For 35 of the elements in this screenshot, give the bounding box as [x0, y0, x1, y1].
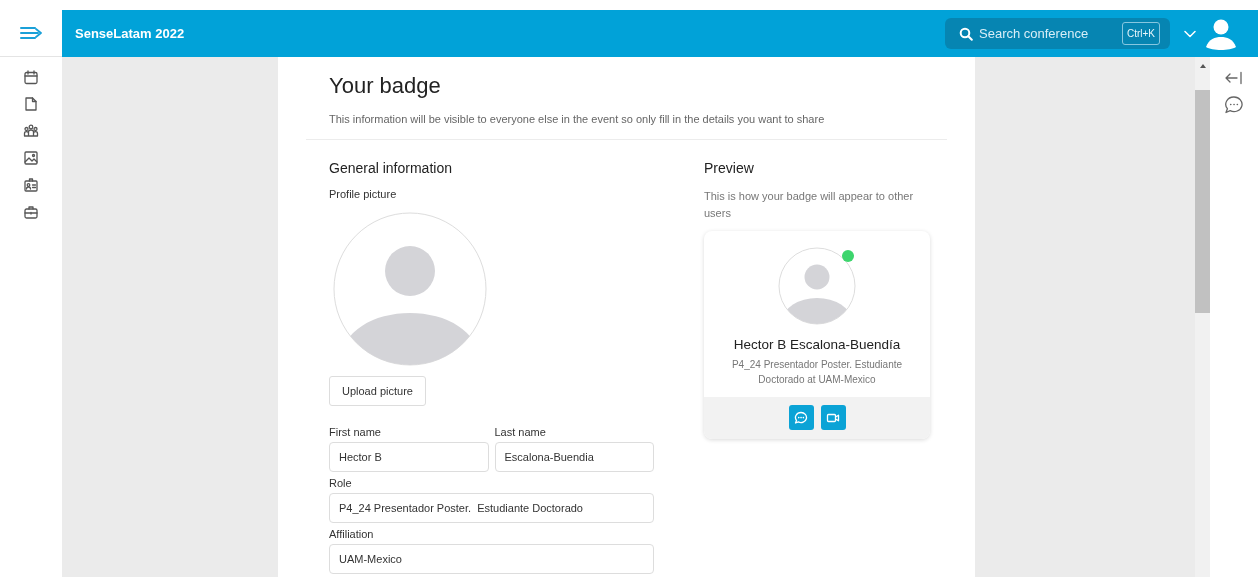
- collapse-icon[interactable]: [1224, 71, 1244, 85]
- page-description: This information will be visible to everyone else in the event so only fill in the details you want to share: [329, 113, 826, 125]
- text-field[interactable]: P4_24 Presentador Poster. Estudiante Doctorado: [329, 493, 654, 523]
- preview-description: This is how your badge will appear to other users: [704, 189, 915, 221]
- field-label: Affiliation: [329, 528, 375, 540]
- id-card-icon[interactable]: [21, 175, 41, 195]
- scroll-up-icon[interactable]: [1199, 64, 1206, 68]
- caret-icon[interactable]: [1184, 29, 1196, 38]
- event-title: SenseLatam 2022: [75, 26, 186, 41]
- badge-details: P4_24 Presentador Poster. Estudiante Doctorado at UAM-Mexico: [730, 358, 904, 387]
- section-heading: General information: [329, 160, 452, 176]
- field-label: First name: [329, 426, 382, 438]
- menu-icon[interactable]: [20, 25, 42, 41]
- text-field[interactable]: Escalona-Buendia: [494, 442, 654, 472]
- scroll-thumb[interactable]: [1195, 90, 1210, 313]
- shortcut-badge: Ctrl+K: [1121, 22, 1160, 45]
- text-field[interactable]: Hector B: [329, 442, 489, 472]
- chat-icon[interactable]: [1224, 95, 1244, 115]
- field-label: Role: [329, 477, 353, 489]
- section-heading: Preview: [704, 160, 755, 176]
- page-title: Your badge: [329, 73, 442, 99]
- field-label: Last name: [494, 426, 547, 438]
- badge-name: Hector B Escalona-Buendía: [733, 337, 901, 352]
- video-call-button[interactable]: [820, 405, 846, 430]
- field-label: Profile picture: [329, 188, 397, 200]
- avatar-icon[interactable]: [1204, 17, 1238, 50]
- search-icon: [959, 26, 973, 41]
- chat-icon: [794, 410, 808, 425]
- upload-button[interactable]: Upload picture: [329, 376, 426, 406]
- image-icon[interactable]: [21, 148, 41, 168]
- scrollbar[interactable]: [1195, 57, 1210, 577]
- search-field[interactable]: Search conference: [977, 25, 1118, 42]
- search-bar[interactable]: Search conference Ctrl+K: [945, 18, 1170, 49]
- chat-button[interactable]: [788, 405, 814, 430]
- text-field[interactable]: UAM-Mexico: [329, 544, 654, 574]
